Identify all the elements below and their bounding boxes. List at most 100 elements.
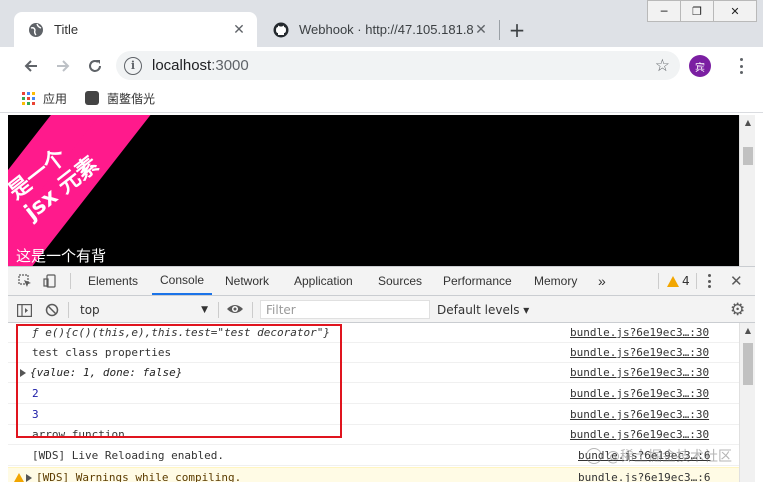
url-text: localhost:3000 bbox=[152, 57, 249, 74]
profile-avatar[interactable]: 宾 bbox=[689, 55, 711, 77]
filter-input[interactable]: Filter bbox=[260, 300, 430, 319]
tab-separator bbox=[696, 273, 697, 289]
console-message: 2 bbox=[32, 387, 39, 400]
tab-close-icon[interactable]: ✕ bbox=[231, 22, 247, 38]
source-link[interactable]: bundle.js?6e19ec3…:30 bbox=[570, 346, 709, 359]
page-scrollbar[interactable]: ▲ bbox=[739, 115, 755, 266]
device-toolbar-icon[interactable] bbox=[42, 273, 58, 289]
info-icon[interactable]: i bbox=[124, 56, 142, 75]
tab-title[interactable]: Title ✕ bbox=[14, 12, 257, 47]
context-select[interactable]: top ▼ bbox=[76, 300, 212, 319]
maximize-button[interactable]: ❐ bbox=[680, 0, 714, 22]
bookmark-label: 菌鳖偕光 bbox=[107, 91, 156, 106]
tab-webhook[interactable]: Webhook · http://47.105.181.8 ✕ bbox=[259, 12, 499, 47]
address-bar[interactable]: i localhost:3000 ☆ bbox=[116, 51, 680, 80]
log-levels-dropdown[interactable]: Default levels ▾ bbox=[437, 300, 529, 319]
console-message: 3 bbox=[32, 408, 39, 421]
toolbar-separator bbox=[68, 302, 69, 318]
bookmark-favicon bbox=[85, 91, 100, 105]
back-button[interactable] bbox=[18, 53, 44, 79]
bookmark-apps[interactable]: 应用 bbox=[22, 90, 67, 107]
browser-menu-icon[interactable] bbox=[734, 55, 748, 77]
scroll-thumb[interactable] bbox=[743, 147, 753, 165]
scroll-up-icon[interactable]: ▲ bbox=[740, 115, 756, 129]
tab-close-icon[interactable]: ✕ bbox=[473, 22, 489, 38]
eye-icon[interactable] bbox=[226, 302, 244, 316]
console-row: arrow function bundle.js?6e19ec3…:30 bbox=[8, 425, 739, 445]
console-message: [WDS] Live Reloading enabled. bbox=[32, 449, 225, 462]
sidebar-toggle-icon[interactable] bbox=[16, 302, 32, 318]
console-row-warning[interactable]: [WDS] Warnings while compiling. bundle.j… bbox=[8, 467, 739, 482]
arrow-left-icon bbox=[24, 60, 37, 72]
console-message: ƒ e(){c()(this,e),this.test="test decora… bbox=[32, 326, 331, 339]
browser-toolbar: i localhost:3000 ☆ 宾 bbox=[0, 47, 763, 84]
console-scrollbar[interactable]: ▲ bbox=[739, 323, 755, 482]
tab-separator bbox=[499, 20, 500, 40]
bookmark-item[interactable]: 菌鳖偕光 bbox=[85, 90, 155, 107]
tab-application[interactable]: Application bbox=[294, 267, 353, 295]
console-row[interactable]: {value: 1, done: false} bundle.js?6e19ec… bbox=[8, 363, 739, 383]
arrow-right-icon bbox=[57, 60, 70, 72]
page-viewport: 是一个 jsx 元素 这是一个有背 bbox=[8, 115, 739, 266]
github-icon bbox=[273, 22, 289, 38]
tab-console[interactable]: Console bbox=[152, 267, 213, 295]
tab-separator bbox=[658, 273, 659, 289]
tab-label: Title bbox=[54, 22, 79, 37]
decorative-banner: 是一个 jsx 元素 bbox=[8, 115, 168, 266]
devtools-tabbar: Elements Console Network Application Sou… bbox=[8, 267, 755, 296]
watermark: @稀土掘金技术社区 bbox=[586, 446, 732, 466]
watermark-logo-icon bbox=[586, 448, 602, 464]
console-row: test class properties bundle.js?6e19ec3…… bbox=[8, 343, 739, 363]
console-row: 2 bundle.js?6e19ec3…:30 bbox=[8, 384, 739, 404]
more-tabs-icon[interactable]: » bbox=[598, 267, 606, 295]
banner-text: 是一个 jsx 元素 bbox=[8, 144, 104, 226]
tab-label: Webhook · http://47.105.181.8 bbox=[299, 22, 473, 37]
dropdown-arrow-icon: ▼ bbox=[201, 304, 208, 315]
reload-icon bbox=[89, 60, 101, 72]
devtools-menu-icon[interactable] bbox=[708, 274, 712, 288]
warning-icon bbox=[667, 275, 679, 287]
console-message[interactable]: {value: 1, done: false} bbox=[20, 366, 182, 379]
forward-button[interactable] bbox=[50, 53, 76, 79]
tab-sources[interactable]: Sources bbox=[378, 267, 422, 295]
source-link[interactable]: bundle.js?6e19ec3…:30 bbox=[570, 326, 709, 339]
inspect-element-icon[interactable] bbox=[17, 273, 33, 289]
tab-network[interactable]: Network bbox=[225, 267, 269, 295]
gear-icon[interactable]: ⚙ bbox=[730, 300, 745, 320]
tab-separator bbox=[70, 273, 71, 289]
expand-triangle-icon[interactable] bbox=[26, 473, 32, 482]
source-link[interactable]: bundle.js?6e19ec3…:6 bbox=[578, 471, 710, 482]
expand-triangle-icon[interactable] bbox=[20, 369, 26, 377]
console-row: 3 bundle.js?6e19ec3…:30 bbox=[8, 405, 739, 425]
source-link[interactable]: bundle.js?6e19ec3…:30 bbox=[570, 366, 709, 379]
source-link[interactable]: bundle.js?6e19ec3…:30 bbox=[570, 428, 709, 441]
new-tab-button[interactable]: + bbox=[505, 18, 529, 42]
scroll-thumb[interactable] bbox=[743, 343, 753, 385]
apps-grid-icon bbox=[22, 91, 35, 105]
devtools-close-icon[interactable]: ✕ bbox=[730, 272, 743, 290]
clear-console-icon[interactable] bbox=[44, 302, 60, 318]
console-message[interactable]: [WDS] Warnings while compiling. bbox=[26, 471, 241, 482]
console-toolbar: top ▼ Filter Default levels ▾ ⚙ bbox=[8, 296, 755, 323]
window-controls: ─ ❐ ✕ bbox=[647, 0, 757, 22]
source-link[interactable]: bundle.js?6e19ec3…:30 bbox=[570, 387, 709, 400]
close-window-button[interactable]: ✕ bbox=[713, 0, 757, 22]
scroll-up-icon[interactable]: ▲ bbox=[740, 323, 756, 337]
source-link[interactable]: bundle.js?6e19ec3…:30 bbox=[570, 408, 709, 421]
warning-count-badge[interactable]: 4 bbox=[667, 274, 690, 288]
console-message: arrow function bbox=[32, 428, 125, 441]
toolbar-separator bbox=[218, 302, 219, 318]
warning-icon bbox=[14, 472, 24, 482]
page-caption: 这是一个有背 bbox=[16, 247, 107, 265]
bookmark-label: 应用 bbox=[43, 91, 68, 106]
minimize-button[interactable]: ─ bbox=[647, 0, 681, 22]
tab-performance[interactable]: Performance bbox=[443, 267, 512, 295]
console-message: test class properties bbox=[32, 346, 172, 359]
tab-strip: Title ✕ Webhook · http://47.105.181.8 ✕ … bbox=[0, 0, 763, 47]
bookmark-star-icon[interactable]: ☆ bbox=[655, 56, 670, 76]
tab-memory[interactable]: Memory bbox=[534, 267, 577, 295]
globe-icon bbox=[28, 22, 44, 38]
toolbar-separator bbox=[252, 302, 253, 318]
reload-button[interactable] bbox=[82, 53, 108, 79]
tab-elements[interactable]: Elements bbox=[88, 267, 138, 295]
